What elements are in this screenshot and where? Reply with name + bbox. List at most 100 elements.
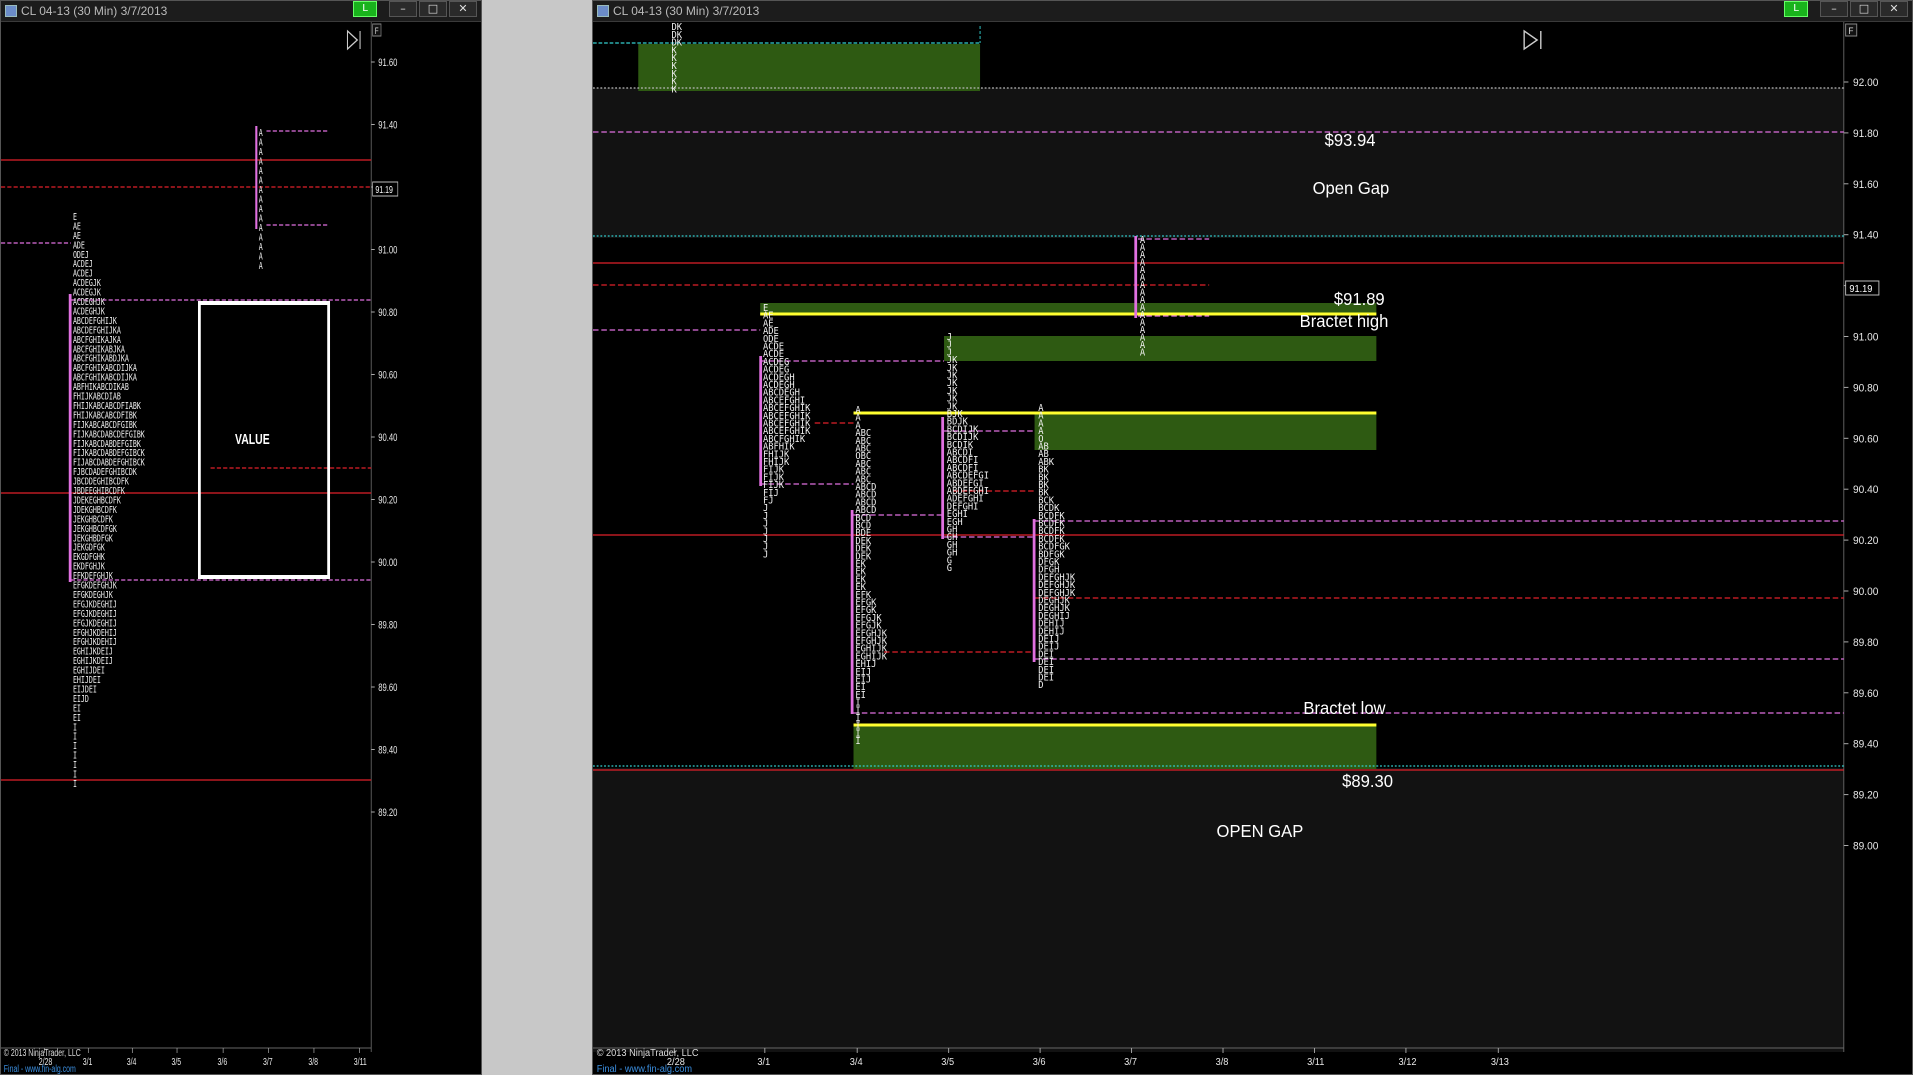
price-mid-annotation: $91.89	[1334, 288, 1385, 309]
price-label: 90.60	[1853, 433, 1879, 445]
f-button-label: F	[1848, 26, 1853, 36]
copyright-text: © 2013 NinjaTrader, LLC	[4, 1047, 81, 1059]
price-label: 89.60	[1853, 687, 1879, 699]
price-label: 89.80	[378, 619, 397, 632]
tpo-row: A	[1140, 348, 1146, 358]
date-label: 3/8	[1216, 1057, 1229, 1068]
price-label: 90.40	[1853, 484, 1879, 496]
price-label: 89.20	[378, 807, 397, 820]
chart-app-icon	[597, 5, 609, 17]
open-gap-band-bottom	[593, 768, 1844, 1052]
right-market-profile-chart[interactable]: DKDKDKKKKKKKEAEAEADEODEACDEACDEACDEGACDE…	[593, 22, 1913, 1075]
profile-bar	[1134, 236, 1138, 318]
maximize-button[interactable]: □	[1850, 1, 1878, 17]
price-label: 91.40	[378, 119, 397, 132]
profile-bar	[759, 356, 763, 486]
right-window-title: CL 04-13 (30 Min) 3/7/2013	[613, 4, 760, 18]
price-label: 90.00	[378, 557, 397, 570]
value-area-bar	[68, 294, 72, 582]
right-titlebar[interactable]: CL 04-13 (30 Min) 3/7/2013 L – □ ✕	[593, 1, 1912, 22]
price-low-annotation: $89.30	[1342, 770, 1393, 791]
right-chart-window: CL 04-13 (30 Min) 3/7/2013 L – □ ✕ DK DK D…	[592, 0, 1913, 1075]
tpo-row: I	[73, 778, 77, 790]
date-label: 3/1	[757, 1057, 770, 1068]
date-label: 3/11	[354, 1056, 367, 1068]
profile-bar	[1032, 519, 1036, 662]
price-label: 91.60	[378, 57, 397, 70]
credit-text: Final - www.fin-alg.com	[597, 1064, 692, 1075]
last-price-label: 91.19	[375, 184, 393, 196]
green-zone	[944, 336, 1377, 361]
price-label: 90.80	[1853, 382, 1879, 394]
skip-to-end-icon	[346, 29, 359, 51]
tpo-row: A	[259, 260, 263, 272]
close-button[interactable]: ✕	[1880, 1, 1908, 17]
price-label: 89.20	[1853, 789, 1879, 801]
green-zone	[638, 44, 981, 91]
open-gap-bottom-annotation: OPEN GAP	[1217, 820, 1304, 841]
date-label: 3/4	[127, 1056, 137, 1068]
tpo-row: I	[855, 737, 860, 747]
price-label: 91.00	[378, 244, 397, 257]
open-gap-top-annotation: Open Gap	[1313, 177, 1390, 198]
profile-bar	[941, 417, 945, 539]
profile-bar	[850, 510, 854, 714]
date-label: 3/4	[850, 1057, 863, 1068]
link-status-button[interactable]: L	[1784, 1, 1808, 17]
tpo-row: G	[947, 564, 952, 574]
date-label: 3/5	[941, 1057, 954, 1068]
price-label: 89.80	[1853, 637, 1879, 649]
copyright-text: © 2013 NinjaTrader, LLC	[597, 1048, 699, 1059]
price-label: 89.40	[1853, 738, 1879, 750]
maximize-button[interactable]: □	[419, 1, 447, 17]
price-label: 90.20	[378, 494, 397, 507]
date-label: 3/6	[1033, 1057, 1046, 1068]
credit-text: Final - www.fin-alg.com	[4, 1063, 76, 1075]
open-gap-band-top	[593, 88, 1844, 238]
bracket-high-annotation: Bractet high	[1300, 310, 1389, 331]
green-zone	[1034, 413, 1377, 450]
price-high-annotation: $93.94	[1325, 129, 1376, 150]
left-window-title: CL 04-13 (30 Min) 3/7/2013	[21, 4, 168, 18]
price-label: 89.40	[378, 744, 397, 757]
price-label: 89.00	[1853, 840, 1879, 852]
profile-bar-right	[255, 126, 258, 229]
left-chart-window: CL 04-13 (30 Min) 3/7/2013 L – □ ✕ VALUE…	[0, 0, 482, 1075]
date-label: 3/6	[218, 1056, 228, 1068]
tpo-row: K	[672, 85, 678, 95]
date-label: 3/12	[1399, 1057, 1417, 1068]
date-label: 3/7	[263, 1056, 273, 1068]
price-label: 90.00	[1853, 586, 1879, 598]
tpo-row: D	[1038, 681, 1043, 691]
chart-app-icon	[5, 5, 17, 17]
price-label: 91.80	[1853, 128, 1879, 140]
green-zone	[853, 724, 1377, 769]
value-label: VALUE	[235, 430, 270, 447]
date-label: 3/8	[308, 1056, 318, 1068]
date-label: 3/5	[171, 1056, 181, 1068]
link-status-button[interactable]: L	[353, 1, 377, 17]
date-label: 3/1	[83, 1056, 93, 1068]
date-label: 3/13	[1491, 1057, 1509, 1068]
price-label: 92.00	[1853, 77, 1879, 89]
price-label: 90.80	[378, 307, 397, 320]
last-price-label: 91.19	[1849, 284, 1872, 295]
date-label: 3/7	[1124, 1057, 1137, 1068]
left-titlebar[interactable]: CL 04-13 (30 Min) 3/7/2013 L – □ ✕	[1, 1, 481, 22]
bracket-low-annotation: Bractet low	[1303, 697, 1386, 718]
minimize-button[interactable]: –	[1820, 1, 1848, 17]
close-button[interactable]: ✕	[449, 1, 477, 17]
minimize-button[interactable]: –	[389, 1, 417, 17]
price-label: 91.60	[1853, 178, 1879, 190]
skip-to-end-icon	[1523, 29, 1539, 51]
price-label: 89.60	[378, 682, 397, 695]
left-market-profile-chart[interactable]: VALUEEAEAEADEODEJACDEJACDEJACDEGJKACDEGJ…	[1, 22, 482, 1075]
f-button-label: F	[375, 26, 379, 36]
price-label: 91.40	[1853, 229, 1879, 241]
tpo-row: J	[763, 550, 768, 560]
price-label: 91.00	[1853, 331, 1879, 343]
date-label: 3/11	[1307, 1057, 1324, 1068]
price-label: 90.60	[378, 369, 397, 382]
price-label: 90.40	[378, 432, 397, 445]
price-label: 90.20	[1853, 535, 1879, 547]
